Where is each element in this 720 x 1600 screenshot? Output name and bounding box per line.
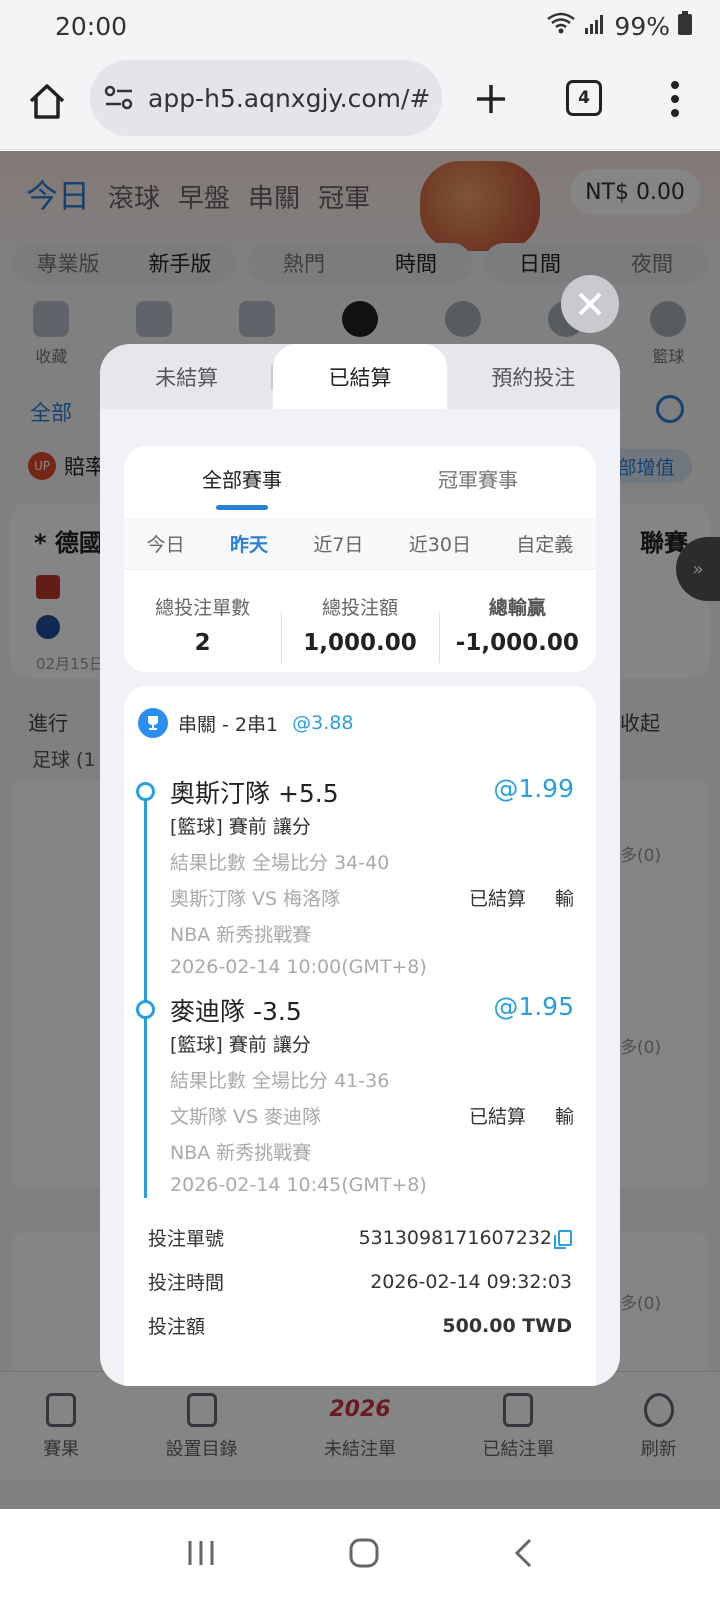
period-today[interactable]: 今日 xyxy=(147,530,185,557)
stake-value: 500.00 TWD xyxy=(442,1314,572,1337)
wifi-icon xyxy=(546,11,576,41)
filter-card: 全部賽事 冠軍賽事 今日 昨天 近7日 近30日 自定義 總投注單數 2 總投注… xyxy=(124,446,596,672)
timeline-dot xyxy=(136,1000,155,1019)
leg-market: [籃球] 賽前 讓分 xyxy=(170,816,311,838)
home-nav-button[interactable] xyxy=(348,1537,380,1573)
summary-count: 總投注單數 2 xyxy=(155,596,251,656)
leg-result: 結果比數 全場比分 34-40 xyxy=(170,852,390,874)
copy-icon[interactable] xyxy=(554,1229,572,1249)
leg-outcome: 輸 xyxy=(554,888,574,910)
home-icon xyxy=(29,84,65,119)
plus-icon xyxy=(477,85,505,113)
period-filter: 今日 昨天 近7日 近30日 自定義 xyxy=(124,518,596,570)
category-tabs: 全部賽事 冠軍賽事 xyxy=(124,446,596,510)
battery-percent: 99% xyxy=(614,11,670,41)
category-all[interactable]: 全部賽事 xyxy=(124,446,360,510)
close-button[interactable] xyxy=(561,275,619,333)
status-tabs: 未結算 已結算 預約投注 xyxy=(100,344,620,409)
leg-selection: 麥迪隊 -3.5 xyxy=(170,997,302,1026)
close-icon xyxy=(578,292,602,316)
bet-total-odds: @3.88 xyxy=(292,712,354,734)
bet-slip-card: 串關 - 2串1 @3.88 奧斯汀隊 +5.5 @1.99 [籃球] 賽前 讓… xyxy=(124,686,596,1386)
battery-icon xyxy=(678,11,692,41)
bet-history-modal: 未結算 已結算 預約投注 全部賽事 冠軍賽事 今日 昨天 近7日 近30日 自定… xyxy=(100,344,620,1386)
leg-teams: 奧斯汀隊 VS 梅洛隊 xyxy=(170,888,341,910)
legs-timeline xyxy=(144,788,147,1198)
back-icon xyxy=(514,1538,532,1567)
bet-summary: 總投注單數 2 總投注額 1,000.00 總輸贏 -1,000.00 xyxy=(124,576,596,672)
leg-outcome: 輸 xyxy=(554,1106,574,1128)
order-number-label: 投注單號 xyxy=(148,1228,225,1250)
tab-reserved-bets[interactable]: 預約投注 xyxy=(447,344,620,409)
leg-status: 已結算 xyxy=(468,1106,526,1128)
bet-time-label: 投注時間 xyxy=(148,1272,225,1294)
order-number-value: 5313098171607232 xyxy=(359,1227,572,1249)
leg-league: NBA 新秀挑戰賽 xyxy=(170,924,312,946)
period-custom[interactable]: 自定義 xyxy=(516,530,573,557)
tab-divider xyxy=(271,364,273,390)
status-icons: 99% xyxy=(546,11,692,41)
period-7days[interactable]: 近7日 xyxy=(313,530,363,557)
new-tab-button[interactable] xyxy=(466,74,516,124)
status-bar: 20:00 99% xyxy=(0,0,720,52)
leg-time: 2026-02-14 10:00(GMT+8) xyxy=(170,956,427,978)
stake-label: 投注額 xyxy=(148,1316,206,1338)
home-button[interactable] xyxy=(20,74,74,128)
summary-amount: 總投注額 1,000.00 xyxy=(281,593,438,663)
tab-unsettled-bets[interactable]: 未結算 xyxy=(100,344,273,409)
leg-market: [籃球] 賽前 讓分 xyxy=(170,1034,311,1056)
stake-row: 投注額 500.00 TWD xyxy=(148,1312,572,1339)
screen: 20:00 99% app-h5.aqnxgjy.com/# 4 今日 滾球 早… xyxy=(0,0,720,1600)
leg-league: NBA 新秀挑戰賽 xyxy=(170,1142,312,1164)
timeline-dot xyxy=(136,782,155,801)
tab-switcher-button[interactable]: 4 xyxy=(566,80,602,116)
trophy-icon xyxy=(138,708,168,738)
home-circle-icon xyxy=(349,1538,379,1567)
signal-icon xyxy=(584,12,606,41)
recent-apps-icon xyxy=(188,1540,214,1565)
leg-odds: @1.99 xyxy=(493,774,574,803)
leg-status: 已結算 xyxy=(468,888,526,910)
category-outright[interactable]: 冠軍賽事 xyxy=(360,446,596,510)
leg-result: 結果比數 全場比分 41-36 xyxy=(170,1070,390,1092)
period-30days[interactable]: 近30日 xyxy=(409,530,471,557)
browser-toolbar: app-h5.aqnxgjy.com/# 4 xyxy=(0,52,720,150)
leg-odds: @1.95 xyxy=(493,992,574,1021)
status-time: 20:00 xyxy=(55,11,128,41)
bet-time-value: 2026-02-14 09:32:03 xyxy=(370,1270,572,1293)
tab-settled-bets[interactable]: 已結算 xyxy=(273,344,447,409)
system-nav-bar xyxy=(0,1509,720,1600)
period-yesterday[interactable]: 昨天 xyxy=(230,530,268,557)
leg-selection: 奧斯汀隊 +5.5 xyxy=(170,779,339,808)
bet-header: 串關 - 2串1 @3.88 xyxy=(138,708,353,738)
url-text[interactable]: app-h5.aqnxgjy.com/# xyxy=(148,84,430,113)
more-menu-button[interactable] xyxy=(660,74,690,124)
site-settings-icon[interactable] xyxy=(104,84,134,112)
leg-time: 2026-02-14 10:45(GMT+8) xyxy=(170,1174,427,1196)
bet-time-row: 投注時間 2026-02-14 09:32:03 xyxy=(148,1268,572,1295)
bet-type: 串關 - 2串1 xyxy=(178,713,279,736)
order-number-row: 投注單號 5313098171607232 xyxy=(148,1224,572,1251)
back-button[interactable] xyxy=(512,1537,534,1573)
recent-apps-button[interactable] xyxy=(186,1539,216,1571)
summary-winloss: 總輸贏 -1,000.00 xyxy=(438,593,596,663)
leg-teams: 文斯隊 VS 麥迪隊 xyxy=(170,1106,322,1128)
address-bar[interactable]: app-h5.aqnxgjy.com/# xyxy=(90,60,442,136)
